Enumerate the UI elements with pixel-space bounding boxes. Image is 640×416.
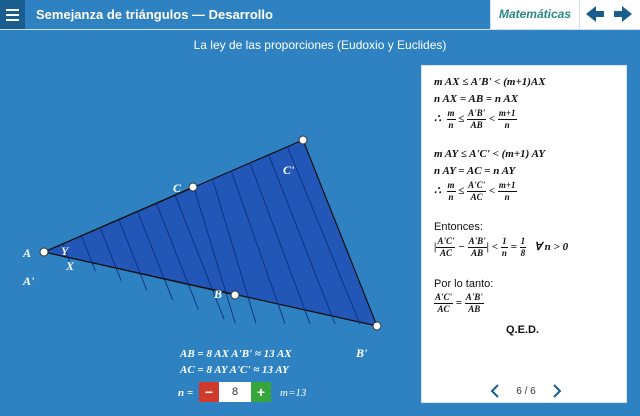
point-c-prime[interactable] bbox=[298, 135, 308, 145]
prev-page-icon[interactable] bbox=[490, 384, 500, 398]
label-a: A bbox=[22, 246, 31, 260]
label-c: C bbox=[173, 181, 182, 195]
label-x: X bbox=[65, 259, 75, 273]
decrement-button[interactable]: − bbox=[199, 382, 219, 402]
equation-ac: AC = 8 AY A'C' ≈ 13 AY bbox=[180, 364, 289, 376]
proof-conclusion: A'C' AC = A'B' AB bbox=[434, 292, 484, 314]
page-indicator: 6 / 6 bbox=[516, 385, 536, 397]
label-a-prime: A' bbox=[22, 274, 35, 288]
label-c-prime: C' bbox=[283, 163, 295, 177]
m-label: m=13 bbox=[280, 387, 307, 399]
triangle-abc bbox=[42, 139, 378, 327]
forward-arrow-icon[interactable] bbox=[612, 4, 634, 24]
n-stepper: − 8 + bbox=[199, 382, 271, 402]
point-b-prime[interactable] bbox=[372, 321, 382, 331]
menu-button[interactable] bbox=[0, 0, 25, 29]
subject-label[interactable]: Matemáticas bbox=[490, 0, 580, 29]
next-page-icon[interactable] bbox=[552, 384, 562, 398]
menu-icon-bar bbox=[6, 18, 19, 21]
proof-line-1: m AX ≤ A'B' < (m+1)AX bbox=[434, 76, 546, 88]
proof-inequality: | A'C' AC − A'B' AB | < 1n = 18 ∀ n > 0 bbox=[434, 236, 569, 258]
proof-line-4: n AY = AC = n AY bbox=[434, 165, 516, 177]
menu-icon-bar bbox=[6, 8, 19, 11]
proof-fraction-2: ∴ mn ≤ A'C' AC < m+1 n bbox=[434, 180, 517, 202]
proof-line-2: n AX = AB = n AX bbox=[434, 93, 519, 105]
proof-line-3: m AY ≤ A'C' < (m+1) AY bbox=[434, 148, 546, 160]
proof-panel: m AX ≤ A'B' < (m+1)AX n AX = AB = n AX ∴… bbox=[421, 65, 627, 403]
por-lo-tanto-label: Por lo tanto: bbox=[434, 278, 494, 290]
point-c[interactable] bbox=[188, 182, 198, 192]
qed-label: Q.E.D. bbox=[506, 324, 540, 336]
point-b[interactable] bbox=[230, 290, 240, 300]
increment-button[interactable]: + bbox=[251, 382, 271, 402]
pager: 6 / 6 bbox=[490, 382, 562, 400]
point-a[interactable] bbox=[39, 247, 49, 257]
label-b-prime: B' bbox=[355, 346, 368, 360]
proof-fraction-1: ∴ mn ≤ A'B' AB < m+1 n bbox=[434, 108, 517, 130]
n-label: n = bbox=[178, 387, 194, 399]
n-value[interactable]: 8 bbox=[219, 382, 251, 402]
back-arrow-icon[interactable] bbox=[584, 4, 606, 24]
equation-ab: AB = 8 AX A'B' ≈ 13 AX bbox=[180, 348, 292, 360]
entonces-label: Entonces: bbox=[434, 221, 483, 233]
label-b: B bbox=[213, 287, 222, 301]
menu-icon-bar bbox=[6, 13, 19, 16]
